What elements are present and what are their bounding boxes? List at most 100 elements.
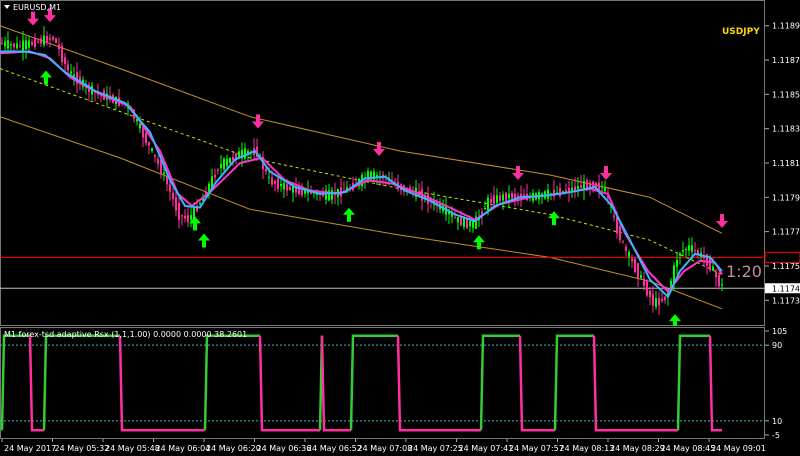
- candle-body: [31, 41, 33, 45]
- indicator-pane[interactable]: M1 forex-tsd adaptive Rsx (1,1,1.00) 0.0…: [0, 327, 800, 439]
- candle-body: [4, 41, 6, 47]
- candle-body: [151, 148, 153, 152]
- candle-body: [664, 296, 666, 301]
- candle-body: [622, 241, 624, 243]
- time-label: 24 May 08:13: [560, 444, 615, 453]
- candle-body: [628, 252, 630, 257]
- candle-body: [64, 57, 66, 65]
- candle-body: [634, 258, 636, 272]
- candle-body: [19, 45, 21, 47]
- candle-body: [277, 178, 279, 189]
- price-label: 1.11795: [772, 193, 800, 202]
- candle-body: [217, 169, 219, 171]
- time-label: 24 May 09:01: [711, 444, 766, 453]
- candle-body: [220, 164, 222, 169]
- candle-body: [25, 40, 27, 50]
- candle-body: [691, 245, 693, 252]
- candle-body: [613, 215, 615, 218]
- candle-body: [148, 142, 150, 146]
- candle-body: [67, 64, 69, 71]
- indicator-scale-label: 105: [772, 327, 787, 336]
- candle-body: [694, 250, 696, 252]
- candle-body: [22, 40, 24, 51]
- candle-body: [70, 71, 72, 74]
- price-label: 1.11895: [772, 22, 800, 31]
- time-label: 24 May 06:20: [206, 444, 261, 453]
- candle-body: [655, 298, 657, 307]
- candle-body: [157, 159, 159, 164]
- candle-body: [619, 226, 621, 241]
- time-axis[interactable]: 24 May 2017 24 May 05:32 24 May 05:48 24 Ma…: [0, 439, 800, 456]
- candle-body: [649, 290, 651, 297]
- candle-body: [283, 182, 285, 190]
- candle-body: [682, 249, 684, 252]
- candle-body: [484, 208, 486, 210]
- price-label: 1.11775: [772, 228, 800, 237]
- time-label: 24 May 06:36: [257, 444, 312, 453]
- price-label: 1.11875: [772, 56, 800, 65]
- candle-body: [616, 216, 618, 234]
- candle-body: [331, 190, 333, 200]
- candle-body: [178, 202, 180, 220]
- price-label: 1.11835: [772, 125, 800, 134]
- price-chart[interactable]: EURUSD,M1 USDJPY 1:20 1.11895 1.11875 1.11…: [0, 0, 800, 326]
- candle-body: [676, 259, 678, 267]
- time-label: 24 May 07:57: [509, 444, 564, 453]
- candle-body: [55, 38, 57, 43]
- rsx-indicator-chart[interactable]: M1 forex-tsd adaptive Rsx (1,1,1.00) 0.0…: [0, 327, 800, 439]
- candle-body: [637, 263, 639, 279]
- indicator-title: M1 forex-tsd adaptive Rsx (1,1,1.00) 0.0…: [4, 330, 247, 339]
- candle-body: [514, 193, 516, 199]
- candle-body: [16, 43, 18, 49]
- candle-body: [640, 274, 642, 279]
- candle-body: [604, 187, 606, 192]
- time-axis-labels: 24 May 201724 May 05:3224 May 05:4824 Ma…: [1, 439, 766, 453]
- indicator-scale-label: 10: [772, 417, 782, 426]
- time-label: 24 May 07:08: [358, 444, 413, 453]
- red-line-tag: [764, 251, 800, 263]
- candle-body: [199, 203, 201, 205]
- candle-body: [13, 43, 15, 48]
- candle-body: [511, 192, 513, 199]
- candle-body: [454, 217, 456, 219]
- price-label: 1.11815: [772, 159, 800, 168]
- candle-body: [712, 266, 714, 271]
- time-label: 24 May 07:41: [459, 444, 514, 453]
- time-label: 24 May 08:29: [610, 444, 665, 453]
- candle-body: [223, 158, 225, 170]
- window-title[interactable]: EURUSD,M1: [4, 3, 61, 12]
- candle-body: [265, 169, 267, 172]
- overlay-ratio-label: 1:20: [726, 262, 762, 281]
- candle-body: [625, 246, 627, 251]
- candle-body: [229, 157, 231, 164]
- current-price-label: 1.11740: [772, 284, 800, 293]
- candle-body: [463, 217, 465, 227]
- candle-body: [508, 193, 510, 199]
- candle-body: [718, 274, 720, 287]
- time-label: 24 May 07:25: [408, 444, 463, 453]
- candle-body: [646, 280, 648, 296]
- candle-body: [40, 38, 42, 44]
- candle-body: [598, 182, 600, 191]
- candle-body: [577, 186, 579, 190]
- candle-body: [631, 258, 633, 262]
- candle-body: [499, 195, 501, 201]
- candle-body: [271, 177, 273, 185]
- candle-body: [493, 195, 495, 205]
- candle-body: [43, 35, 45, 45]
- candle-body: [10, 44, 12, 46]
- candle-body: [52, 36, 54, 40]
- candle-body: [46, 35, 48, 44]
- candle-body: [163, 172, 165, 175]
- candle-body: [679, 253, 681, 256]
- indicator-scale-label: 90: [772, 341, 782, 350]
- candle-body: [244, 148, 246, 159]
- candle-body: [505, 192, 507, 201]
- candle-body: [139, 124, 141, 129]
- candle-body: [58, 44, 60, 50]
- price-chart-pane[interactable]: EURUSD,M1 USDJPY 1:20 1.11895 1.11875 1.11…: [0, 0, 800, 326]
- candle-body: [580, 185, 582, 189]
- candle-body: [460, 217, 462, 226]
- candle-body: [490, 198, 492, 203]
- candle-body: [214, 174, 216, 178]
